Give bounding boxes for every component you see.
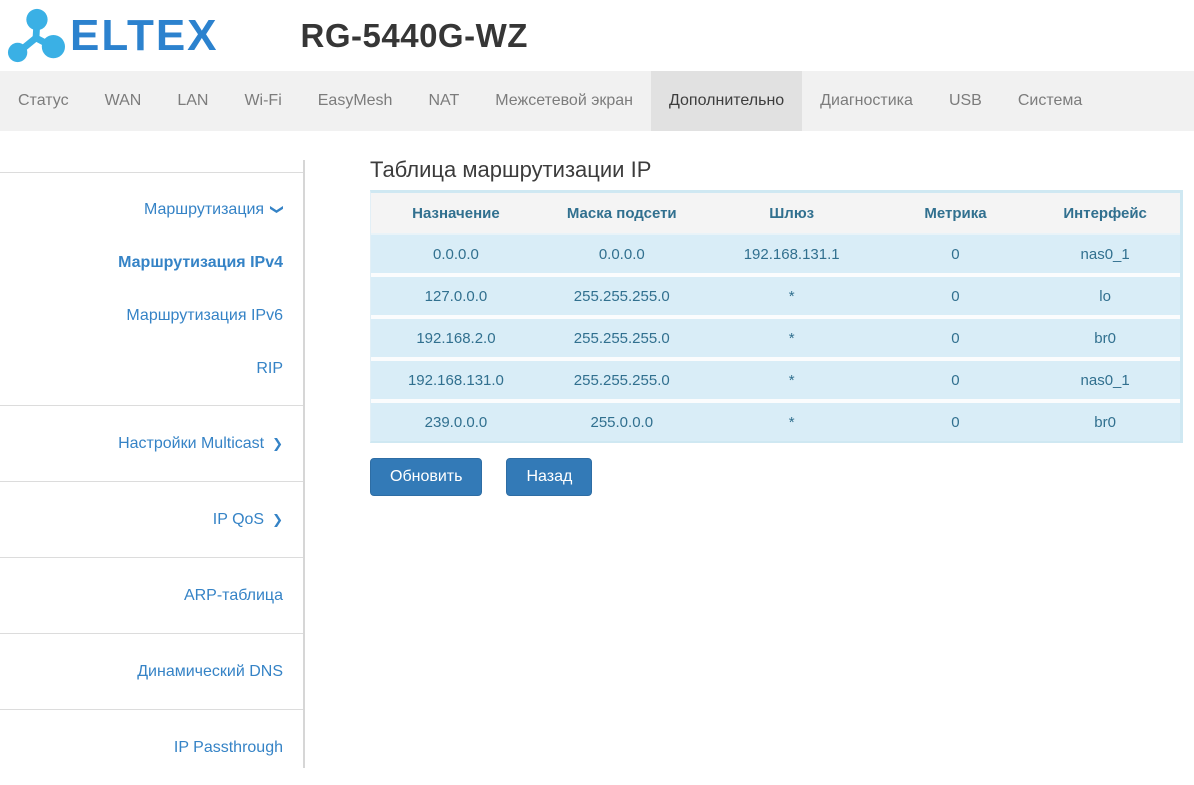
sidebar-item-label: IP QoS [212,511,265,528]
sidebar-item-label: Настройки Multicast [118,435,265,452]
sidebar-section: Настройки Multicast [0,405,303,481]
table-row: 127.0.0.0 255.255.255.0 * 0 lo [371,275,1180,319]
table-cell: 192.168.131.1 [702,234,881,277]
sidebar-item-routing[interactable]: Маршрутизация [0,183,303,236]
sidebar-item-label: Маршрутизация [143,201,265,218]
table-cell: nas0_1 [1030,359,1180,403]
table-row: 0.0.0.0 0.0.0.0 192.168.131.1 0 nas0_1 [371,234,1180,277]
column-header: Маска подсети [540,193,703,235]
table-row: 192.168.131.0 255.255.255.0 * 0 nas0_1 [371,359,1180,403]
tab-lan[interactable]: LAN [159,71,226,131]
refresh-button[interactable]: Обновить [370,458,483,496]
sidebar-item-label: ARP-таблица [183,587,283,604]
button-row: Обновить Назад [370,458,1184,496]
tab-easymesh[interactable]: EasyMesh [300,71,411,131]
tab-wan[interactable]: WAN [87,71,160,131]
table-cell: br0 [1030,401,1180,441]
sidebar-item-rip[interactable]: RIP [0,342,303,395]
sidebar-item-label: Маршрутизация IPv6 [126,307,283,324]
column-header: Интерфейс [1030,193,1180,235]
table-cell: 0 [880,401,1031,441]
table-cell: 0.0.0.0 [371,234,541,277]
column-header: Шлюз [702,193,881,235]
table-cell: 255.255.255.0 [540,359,703,403]
tab-wifi[interactable]: Wi-Fi [226,71,299,131]
table-cell: * [702,359,881,403]
sidebar-item-dynamic-dns[interactable]: Динамический DNS [0,645,303,698]
eltex-logo: ELTEX [7,7,219,65]
sidebar-item-routing-ipv4[interactable]: Маршрутизация IPv4 [0,236,303,289]
sidebar-item-label: RIP [256,360,283,377]
sidebar-section: Динамический DNS [0,633,303,709]
device-title: RG-5440G-WZ [300,16,528,54]
table-header-row: Назначение Маска подсети Шлюз Метрика Интерф… [371,193,1180,235]
sidebar-item-multicast-settings[interactable]: Настройки Multicast [0,417,303,470]
sidebar-section: IP QoS [0,481,303,557]
table-cell: 192.168.2.0 [371,317,541,361]
sidebar-section: IP Passthrough [0,709,303,785]
top-header: ELTEX RG-5440G-WZ [0,0,1194,71]
page-heading: Таблица маршрутизации IP [370,157,652,182]
sidebar: Маршрутизация Маршрутизация IPv4 Маршрутиз… [0,160,305,768]
tab-nat[interactable]: NAT [410,71,477,131]
column-header: Назначение [371,193,541,235]
table-cell: 0 [880,317,1031,361]
main-nav: Статус WAN LAN Wi-Fi EasyMesh NAT Межсетевой э… [0,71,1194,131]
table-row: 192.168.2.0 255.255.255.0 * 0 br0 [371,317,1180,361]
sidebar-item-ip-qos[interactable]: IP QoS [0,493,303,546]
tab-system[interactable]: Система [1000,71,1100,131]
table-cell: 0 [880,359,1031,403]
main-content: Таблица маршрутизации IP Назначение Маска… [305,131,1194,768]
table-cell: nas0_1 [1030,234,1180,277]
table-cell: 255.255.255.0 [540,275,703,319]
sidebar-section: ARP-таблица [0,557,303,633]
table-row: 239.0.0.0 255.0.0.0 * 0 br0 [371,401,1180,441]
routing-table: Назначение Маска подсети Шлюз Метрика Интерф… [371,193,1180,441]
tab-usb[interactable]: USB [931,71,1000,131]
table-cell: * [702,275,881,319]
sidebar-item-arp-table[interactable]: ARP-таблица [0,569,303,622]
sidebar-section: Маршрутизация Маршрутизация IPv4 Маршрутиз… [0,172,303,405]
chevron-down-icon [272,200,283,219]
eltex-molecule-icon [7,8,65,62]
table-cell: 0.0.0.0 [540,234,703,277]
table-cell: 0 [880,275,1031,319]
tab-status[interactable]: Статус [0,71,87,131]
tab-firewall[interactable]: Межсетевой экран [477,71,651,131]
table-cell: 239.0.0.0 [371,401,541,441]
sidebar-item-ip-passthrough[interactable]: IP Passthrough [0,721,303,774]
page-body: Маршрутизация Маршрутизация IPv4 Маршрутиз… [0,131,1194,768]
sidebar-item-routing-ipv6[interactable]: Маршрутизация IPv6 [0,289,303,342]
chevron-right-icon [272,434,283,453]
table-cell: * [702,317,881,361]
table-cell: 255.0.0.0 [540,401,703,441]
tab-advanced[interactable]: Дополнительно [651,71,803,131]
table-cell: lo [1030,275,1180,319]
chevron-right-icon [272,510,283,529]
sidebar-item-label: Динамический DNS [137,663,283,680]
back-button[interactable]: Назад [506,458,593,496]
column-header: Метрика [880,193,1031,235]
table-cell: * [702,401,881,441]
sidebar-item-label: Маршрутизация IPv4 [118,254,283,271]
routing-table-wrapper: Назначение Маска подсети Шлюз Метрика Интерф… [370,190,1183,443]
table-cell: br0 [1030,317,1180,361]
logo-text: ELTEX [70,10,219,60]
table-cell: 0 [880,234,1031,277]
table-cell: 127.0.0.0 [371,275,541,319]
sidebar-item-label: IP Passthrough [173,739,283,756]
table-cell: 192.168.131.0 [371,359,541,403]
table-cell: 255.255.255.0 [540,317,703,361]
tab-diagnostics[interactable]: Диагностика [802,71,931,131]
